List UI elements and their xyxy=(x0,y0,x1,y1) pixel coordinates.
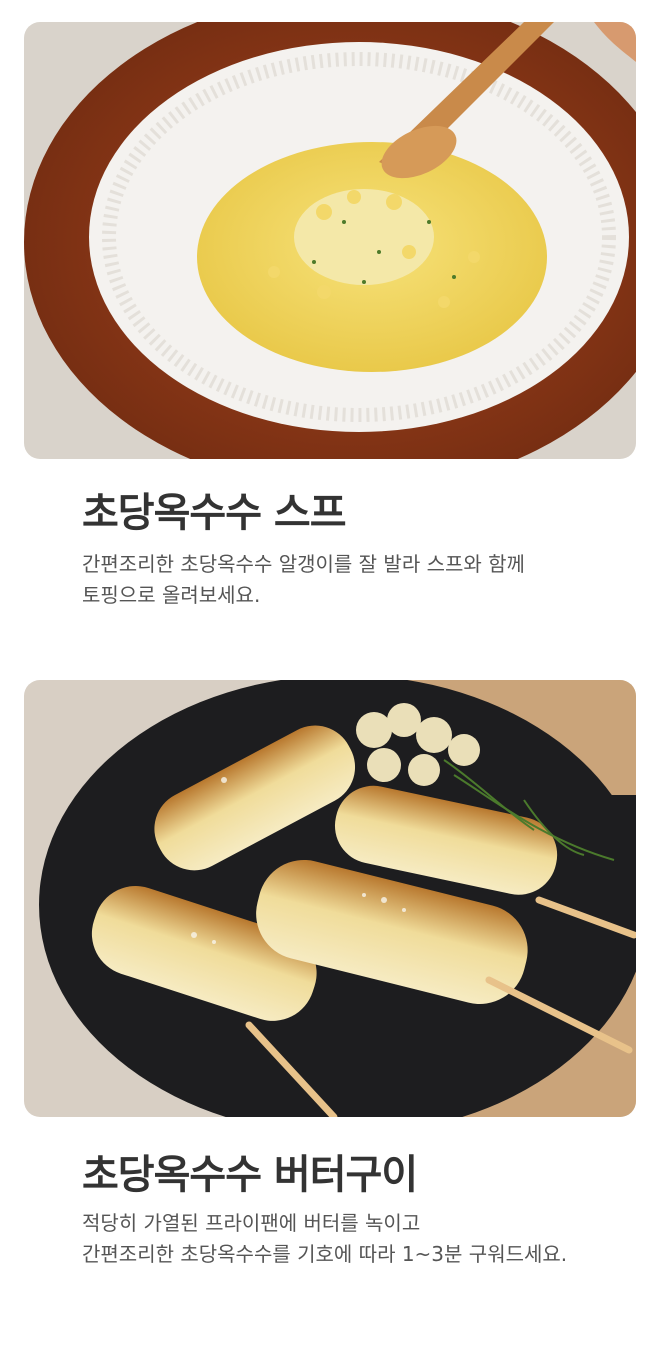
description-line: 간편조리한 초당옥수수 알갱이를 잘 발라 스프와 함께 xyxy=(82,552,525,576)
recipe-title: 초당옥수수 스프 xyxy=(82,490,347,536)
description-line: 적당히 가열된 프라이팬에 버터를 녹이고 xyxy=(82,1211,421,1235)
recipe-title: 초당옥수수 버터구이 xyxy=(82,1152,418,1198)
description-line: 토핑으로 올려보세요. xyxy=(82,583,261,607)
recipe-description: 간편조리한 초당옥수수 알갱이를 잘 발라 스프와 함께 토핑으로 올려보세요. xyxy=(82,549,622,611)
butter-grilled-corn-photo xyxy=(24,680,636,1117)
corn-soup-photo xyxy=(24,22,636,459)
recipe-description: 적당히 가열된 프라이팬에 버터를 녹이고 간편조리한 초당옥수수를 기호에 따… xyxy=(82,1208,622,1270)
description-line: 간편조리한 초당옥수수를 기호에 따라 1~3분 구워드세요. xyxy=(82,1242,568,1266)
